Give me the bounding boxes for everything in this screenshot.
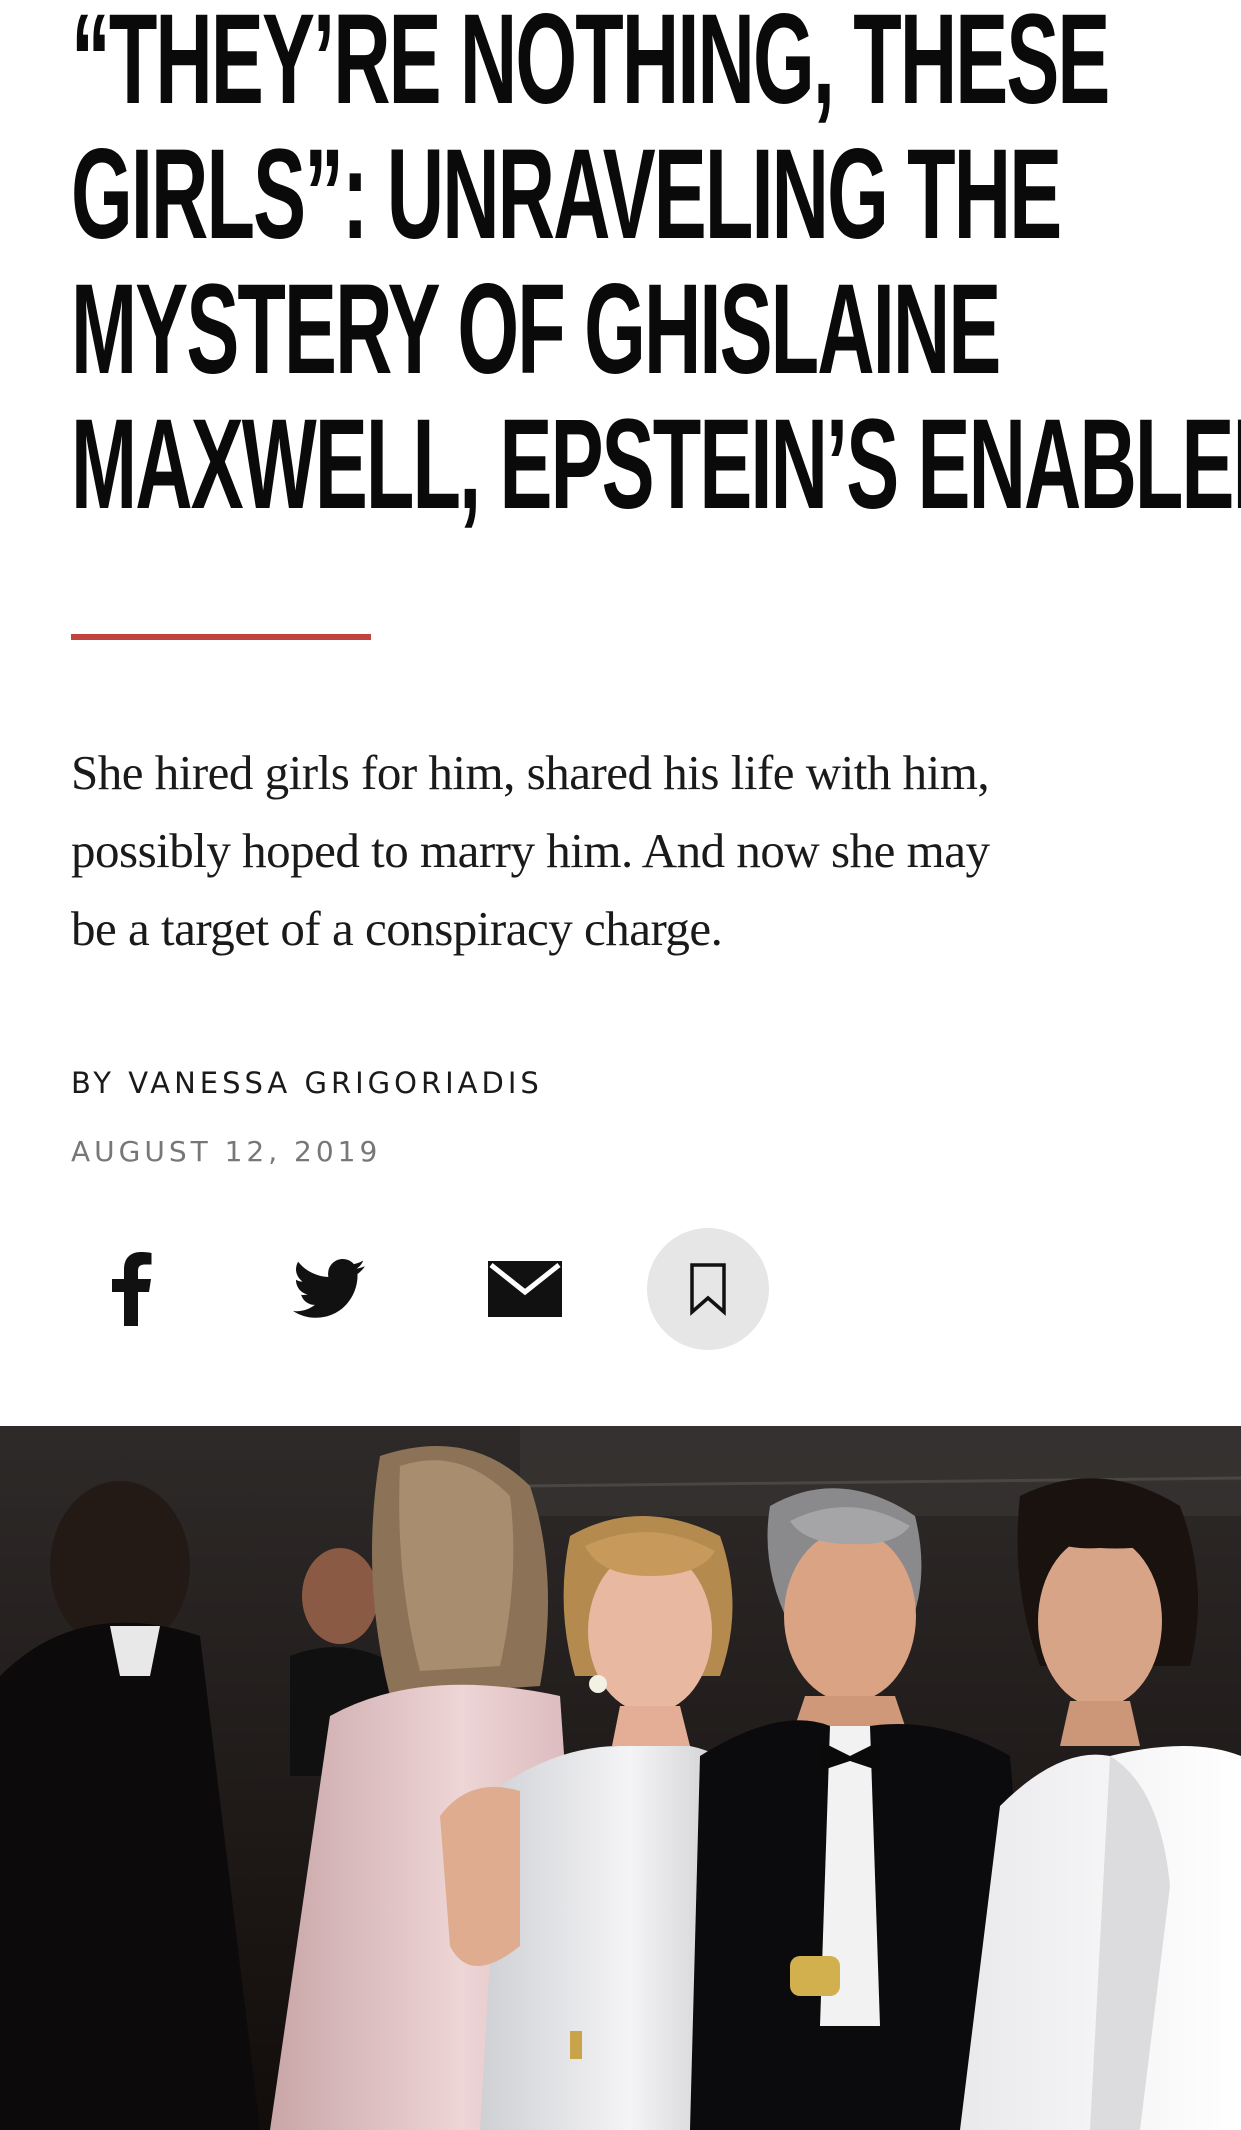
headline-line: Maxwell, Epstein’s Enabler [71,393,1241,536]
share-bar [71,1228,791,1350]
facebook-icon [112,1252,152,1326]
save-bookmark-button[interactable] [647,1228,769,1350]
share-facebook-button[interactable] [71,1228,193,1350]
headline-line: Girls”: Unraveling the [71,123,1062,266]
bookmark-icon [690,1263,726,1316]
article-dek: She hired girls for him, shared his life… [71,734,1181,968]
byline[interactable]: By Vanessa Grigoriadis [71,1066,543,1100]
hero-photo-illustration [0,1426,1241,2130]
headline-line: Mystery of Ghislaine [71,258,1001,401]
dek-line: be a target of a conspiracy charge. [71,901,723,956]
headline-line: “They’re Nothing, These [71,0,1110,131]
article-headline: “They’re Nothing, These Girls”: Unraveli… [71,0,1241,536]
dek-line: She hired girls for him, shared his life… [71,745,990,800]
envelope-icon [488,1261,562,1317]
hero-photo [0,1426,1241,2130]
share-twitter-button[interactable] [268,1228,390,1350]
accent-divider [71,634,371,640]
publish-date: August 12, 2019 [71,1135,382,1168]
share-email-button[interactable] [464,1228,586,1350]
twitter-icon [293,1259,365,1318]
dek-line: possibly hoped to marry him. And now she… [71,823,990,878]
